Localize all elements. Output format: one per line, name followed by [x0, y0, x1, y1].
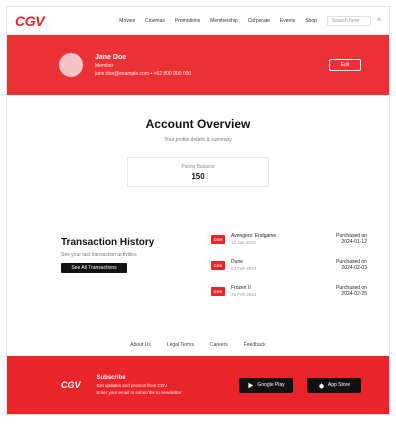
transaction-history: Transaction History See your last transa… [7, 226, 389, 304]
transaction-status: Purchased on 2024-02-25 [336, 285, 367, 298]
account-page: CGV Movies Cinemas Promotions Membership… [6, 6, 390, 415]
transaction-status-date: 2024-02-25 [341, 291, 367, 297]
account-overview-title: Account Overview [145, 117, 251, 131]
app-store-button[interactable]: App Store [307, 377, 361, 393]
transaction-date: 12 Jan 2024 [231, 240, 256, 245]
transaction-row[interactable]: CGV Avengers: Endgame 12 Jan 2024 Purcha… [211, 226, 367, 252]
transaction-date: 25 Feb 2024 [231, 292, 257, 297]
transaction-title: Avengers: Endgame [231, 233, 277, 239]
transaction-date: 03 Feb 2024 [231, 266, 257, 271]
footer-cgv-logo[interactable]: CGV [61, 380, 81, 390]
points-value: 150 [191, 171, 205, 181]
points-card: Points Balance 150 [127, 157, 269, 187]
transaction-row[interactable]: CGV Frozen II 25 Feb 2024 Purchased on 2… [211, 278, 367, 304]
top-navigation: CGV Movies Cinemas Promotions Membership… [7, 7, 389, 35]
nav-link-membership[interactable]: Membership [210, 18, 238, 24]
apple-icon [319, 382, 324, 388]
footer-line-1: Get updates and promos from CGV [96, 383, 168, 388]
profile-info: Jane Doe Member jane.doe@example.com • +… [95, 54, 191, 77]
footer-heading: Subscribe [96, 375, 126, 381]
profile-line-2: Member [95, 62, 114, 69]
store-badges: Google Play App Store [239, 377, 361, 393]
transaction-title: Frozen II [231, 285, 251, 291]
transaction-history-intro: Transaction History See your last transa… [61, 226, 211, 304]
nav-link-corporate[interactable]: Corporate [248, 18, 270, 24]
transaction-status-date: 2024-02-03 [341, 265, 367, 271]
google-play-label: Google Play [257, 382, 285, 388]
see-all-transactions-button[interactable]: See All Transactions [61, 263, 127, 273]
nav-link-events[interactable]: Events [280, 18, 295, 24]
account-overview: Account Overview Your profile details & … [7, 95, 389, 187]
edit-profile-button[interactable]: Edit [329, 59, 361, 71]
transaction-status-date: 2024-01-12 [341, 239, 367, 245]
cgv-logo[interactable]: CGV [15, 13, 45, 29]
search-placeholder: Search here [331, 17, 360, 24]
footer-text: Subscribe Get updates and promos from CG… [97, 375, 182, 395]
footer-link-legal[interactable]: Legal Terms [167, 342, 194, 348]
profile-hero: Jane Doe Member jane.doe@example.com • +… [7, 35, 389, 95]
ticket-icon: CGV [211, 234, 225, 244]
footer-links: About Us Legal Terms Careers Feedback [7, 342, 389, 348]
avatar [59, 53, 83, 77]
transaction-info: Avengers: Endgame 12 Jan 2024 [231, 233, 276, 245]
google-play-icon [248, 382, 254, 388]
account-overview-subtitle: Your profile details & summary [164, 137, 232, 143]
transaction-history-title: Transaction History [61, 237, 155, 248]
search-input[interactable]: Search here [326, 15, 371, 26]
points-label: Points Balance [181, 163, 215, 170]
ticket-icon: CGV [211, 286, 225, 296]
transaction-history-desc: See your last transaction activities [61, 252, 137, 258]
app-store-label: App Store [327, 382, 351, 388]
nav-link-shop[interactable]: Shop [305, 18, 317, 24]
ticket-icon: CGV [211, 260, 225, 270]
footer-bar: CGV Subscribe Get updates and promos fro… [7, 356, 389, 414]
transaction-status: Purchased on 2024-02-03 [336, 259, 367, 272]
google-play-button[interactable]: Google Play [239, 377, 293, 393]
transaction-title: Dune [231, 259, 243, 265]
footer-link-feedback[interactable]: Feedback [244, 342, 266, 348]
transaction-info: Dune 03 Feb 2024 [231, 259, 256, 271]
close-icon[interactable]: × [377, 17, 381, 24]
footer-line-2: Enter your email to subscribe to newslet… [96, 390, 182, 395]
footer-link-about[interactable]: About Us [130, 342, 151, 348]
nav-links: Movies Cinemas Promotions Membership Cor… [119, 18, 317, 24]
transaction-status: Purchased on 2024-01-12 [336, 233, 367, 246]
nav-link-movies[interactable]: Movies [119, 18, 135, 24]
footer-link-careers[interactable]: Careers [210, 342, 228, 348]
profile-line-3: jane.doe@example.com • +62 800 000 000 [95, 70, 192, 77]
nav-link-promotions[interactable]: Promotions [175, 18, 200, 24]
nav-link-cinemas[interactable]: Cinemas [145, 18, 165, 24]
transaction-info: Frozen II 25 Feb 2024 [231, 285, 256, 297]
transaction-list: CGV Avengers: Endgame 12 Jan 2024 Purcha… [211, 226, 367, 304]
profile-name: Jane Doe [95, 53, 127, 61]
transaction-row[interactable]: CGV Dune 03 Feb 2024 Purchased on 2024-0… [211, 252, 367, 278]
